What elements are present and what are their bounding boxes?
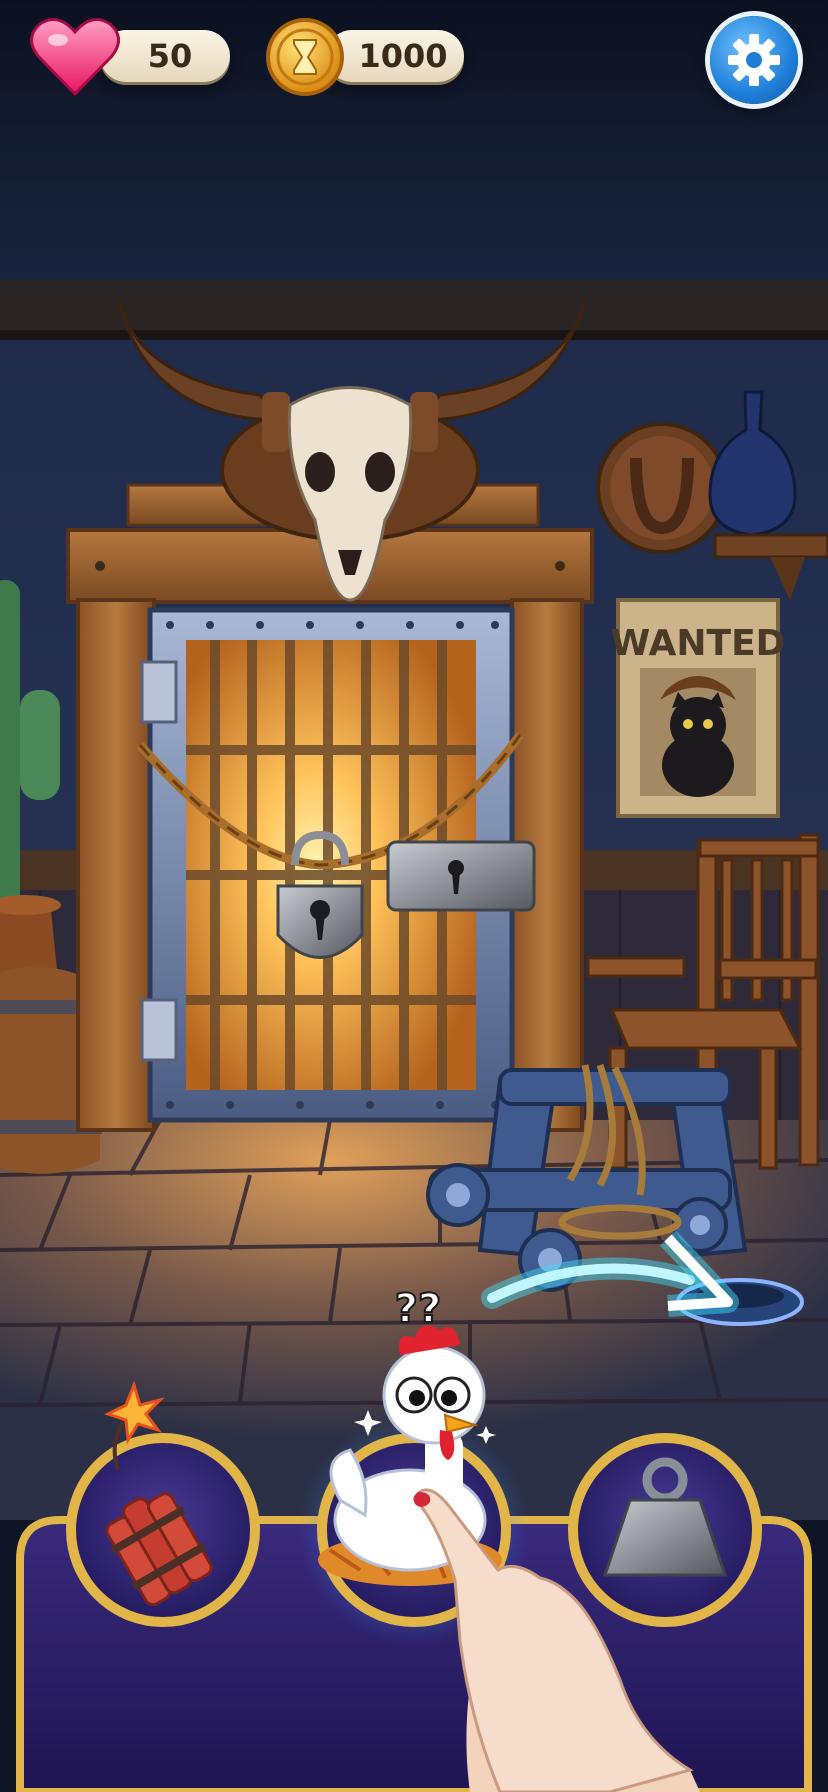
heart-icon	[30, 18, 120, 97]
confused-marks: ??	[395, 1286, 441, 1332]
hourglass-coin-icon	[266, 18, 344, 96]
coins-value: 1000	[326, 30, 464, 82]
saloon-jail-scene: WANTED ??	[0, 0, 828, 1792]
wanted-poster-title: WANTED	[610, 623, 785, 664]
gear-icon	[728, 34, 780, 86]
lives-counter: 50	[30, 16, 230, 97]
coins-counter: 1000	[264, 16, 464, 96]
settings-button[interactable]	[710, 16, 798, 104]
game-screen: WANTED ?? 50 1000	[0, 0, 828, 1792]
